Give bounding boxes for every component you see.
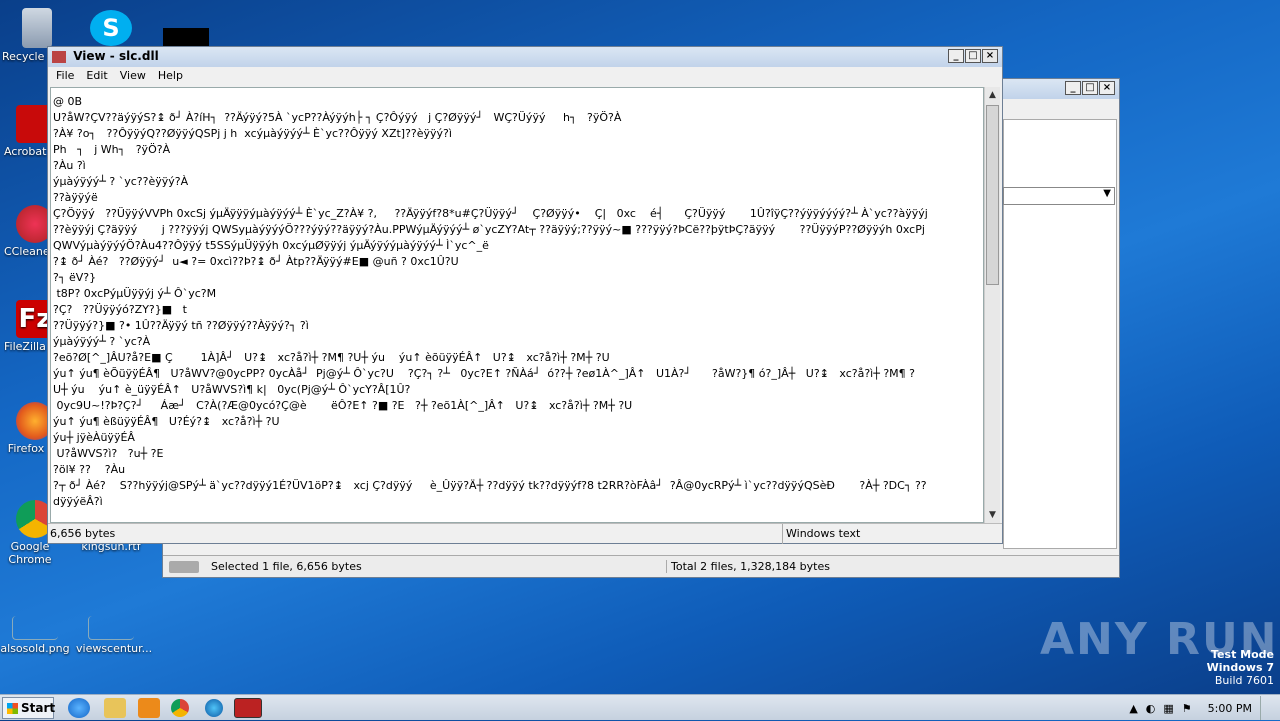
text-line: QWVýµàýÿýýÖ?Àu4??Ôÿÿý t5SSýµÜÿÿýh 0xcýµØ… xyxy=(53,239,489,252)
text-line: ýµàýÿýý┴ ? `yc?À xyxy=(53,335,151,348)
file-panel xyxy=(1003,119,1117,549)
menu-edit[interactable]: Edit xyxy=(82,68,111,84)
text-line: ?öl¥ ?? ?Àu xyxy=(53,463,126,476)
file-icon xyxy=(88,616,134,640)
image-file-icon xyxy=(12,616,58,640)
status-selected: Selected 1 file, 6,656 bytes xyxy=(211,560,362,573)
explorer-icon[interactable] xyxy=(104,698,126,718)
taskbar: Start ▲ ◐ ▦ ⚑ 5:00 PM xyxy=(0,694,1280,720)
maximize-button[interactable]: □ xyxy=(1082,81,1098,95)
network-icon[interactable]: ▦ xyxy=(1163,702,1173,715)
file-content-text[interactable]: @ 0B U?åW?ÇV??äýÿýS?↨ ð┘ À?íH┐ ??Äýÿý?5À … xyxy=(50,87,984,523)
text-line: ?Àu ?ì xyxy=(53,159,86,172)
vertical-scrollbar[interactable]: ▲ ▼ xyxy=(984,87,1000,523)
winrar-icon[interactable] xyxy=(234,698,262,718)
text-line: U?åW?ÇV??äýÿýS?↨ ð┘ À?íH┐ ??Äýÿý?5À `ycP… xyxy=(53,111,622,124)
desktop-icon-viewscentur[interactable]: viewscentur... xyxy=(76,616,152,655)
windows-logo-icon xyxy=(7,703,18,714)
path-dropdown[interactable]: ▼ xyxy=(1003,187,1115,205)
menu-view[interactable]: View xyxy=(116,68,150,84)
show-desktop-button[interactable] xyxy=(1260,696,1272,720)
text-line: U┼ ýu ýu↑ è_üÿÿÉÂ↑ U?åWVS?ì¶ k| 0yc(Pj@ý… xyxy=(53,383,411,396)
tray-arrow-icon[interactable]: ▲ xyxy=(1129,702,1137,715)
text-line: ýu┼ jÿèÀüÿÿÉÂ xyxy=(53,431,135,444)
scroll-thumb[interactable] xyxy=(986,105,999,285)
viewer-app-icon xyxy=(52,50,66,63)
text-line: dÿÿýëÂ?ì xyxy=(53,495,103,508)
menu-file[interactable]: File xyxy=(52,68,78,84)
text-line: ?┬ ð┘ Àé? S??hÿÿýj@SPý┴ ä`yc??dÿÿý1É?ÜV1… xyxy=(53,479,927,492)
text-line: ýu↑ ýu¶ èßüÿÿÉÂ¶ U?Éý?↨ xc?å?ì┼ ?U xyxy=(53,415,280,428)
viewer-title: View - slc.dll xyxy=(73,49,159,63)
status-encoding: Windows text xyxy=(782,524,860,544)
edge-icon[interactable] xyxy=(205,699,223,717)
status-total: Total 2 files, 1,328,184 bytes xyxy=(666,560,830,573)
system-tray: ▲ ◐ ▦ ⚑ 5:00 PM xyxy=(1129,695,1280,721)
text-line: 0yc9U~!?Þ?Ç?┘ Áæ┘ C?À(?Æ@0ycó?Ç@è ëÔ?E↑ … xyxy=(53,399,633,412)
text-line: U?åWVS?ì? ?u┼ ?E xyxy=(53,447,164,460)
text-line: ??Üÿÿý?}■ ?• 1Û??Äÿÿý tñ ??Øÿÿý??Àÿÿý?┐ … xyxy=(53,319,309,332)
os-build: Build 7601 xyxy=(1214,674,1274,687)
minimize-button[interactable]: _ xyxy=(948,49,964,63)
maximize-button[interactable]: □ xyxy=(965,49,981,63)
os-test-mode: Test Mode xyxy=(1211,648,1274,661)
black-desktop-icon xyxy=(163,28,209,46)
chrome-icon[interactable] xyxy=(171,699,189,717)
status-bytes: 6,656 bytes xyxy=(50,527,116,540)
os-version: Windows 7 xyxy=(1206,661,1274,674)
flag-icon[interactable]: ⚑ xyxy=(1182,702,1192,715)
text-line: ýµàýÿýý┴ ? `yc??èÿÿý?À xyxy=(53,175,189,188)
ie-icon[interactable] xyxy=(68,698,90,718)
start-button[interactable]: Start xyxy=(2,697,55,719)
skype-icon[interactable]: S xyxy=(90,10,132,46)
text-line: ýu↑ ýu¶ èÕüÿÿÉÂ¶ U?åWV?@0ycPP? 0ycÀå┘ Pj… xyxy=(53,367,916,380)
text-line: ?↨ ð┘ Àé? ??Øÿÿý┘ u◄ ?= 0xcì??Þ?↨ ð┘ Àtp… xyxy=(53,255,459,268)
text-line: ?┐ ëV?} xyxy=(53,271,97,284)
text-line: Ç?Öÿÿý ??ÜÿÿýVVPh 0xcSj ýµÄÿÿÿýµàýÿýý┴ È… xyxy=(53,207,928,220)
media-player-icon[interactable] xyxy=(138,698,160,718)
os-info: Test Mode Windows 7 Build 7601 xyxy=(1207,648,1274,687)
desktop-icon-alsosold[interactable]: alsosold.png xyxy=(0,616,70,655)
viewer-menubar: File Edit View Help xyxy=(48,67,1002,85)
text-line: ??èÿÿýj Ç?äÿÿý j ???ÿÿýj QWSyµàýÿýýÖ???ý… xyxy=(53,223,925,236)
scroll-up-arrow-icon[interactable]: ▲ xyxy=(985,87,1000,103)
file-manager-statusbar: Selected 1 file, 6,656 bytes Total 2 fil… xyxy=(163,555,1119,577)
viewer-window: View - slc.dll _ □ × File Edit View Help… xyxy=(47,46,1003,544)
close-button[interactable]: × xyxy=(982,49,998,63)
text-line: ?Ç? ??Üÿÿýó?ZY?}■ t xyxy=(53,303,187,316)
text-line: ??àÿÿýë xyxy=(53,191,98,204)
text-line: Ph ┐ j Wh┐ ?ÿÖ?À xyxy=(53,143,171,156)
viewer-statusbar: 6,656 bytes Windows text xyxy=(48,523,1002,544)
drive-icon xyxy=(169,561,199,573)
minimize-button[interactable]: _ xyxy=(1065,81,1081,95)
text-line: t8P? 0xcPýµÜÿÿýj ý┴ Ô`yc?M xyxy=(53,287,217,300)
speaker-icon[interactable]: ◐ xyxy=(1146,702,1156,715)
text-line: ?À¥ ?o┐ ??ÔÿÿýQ??ØÿÿýQSPj j h xcýµàýÿýý┴… xyxy=(53,127,452,140)
text-line: ?eõ?Ø[^_]ÂU?å?E■ Ç 1À]Â┘ U?↨ xc?å?ì┼ ?M¶… xyxy=(53,351,610,364)
text-line-top: @ 0B xyxy=(53,95,83,108)
close-button[interactable]: × xyxy=(1099,81,1115,95)
recycle-bin-icon xyxy=(22,8,52,48)
scroll-down-arrow-icon[interactable]: ▼ xyxy=(985,507,1000,523)
clock[interactable]: 5:00 PM xyxy=(1208,702,1252,715)
menu-help[interactable]: Help xyxy=(154,68,187,84)
viewer-titlebar: View - slc.dll _ □ × xyxy=(48,47,1002,67)
